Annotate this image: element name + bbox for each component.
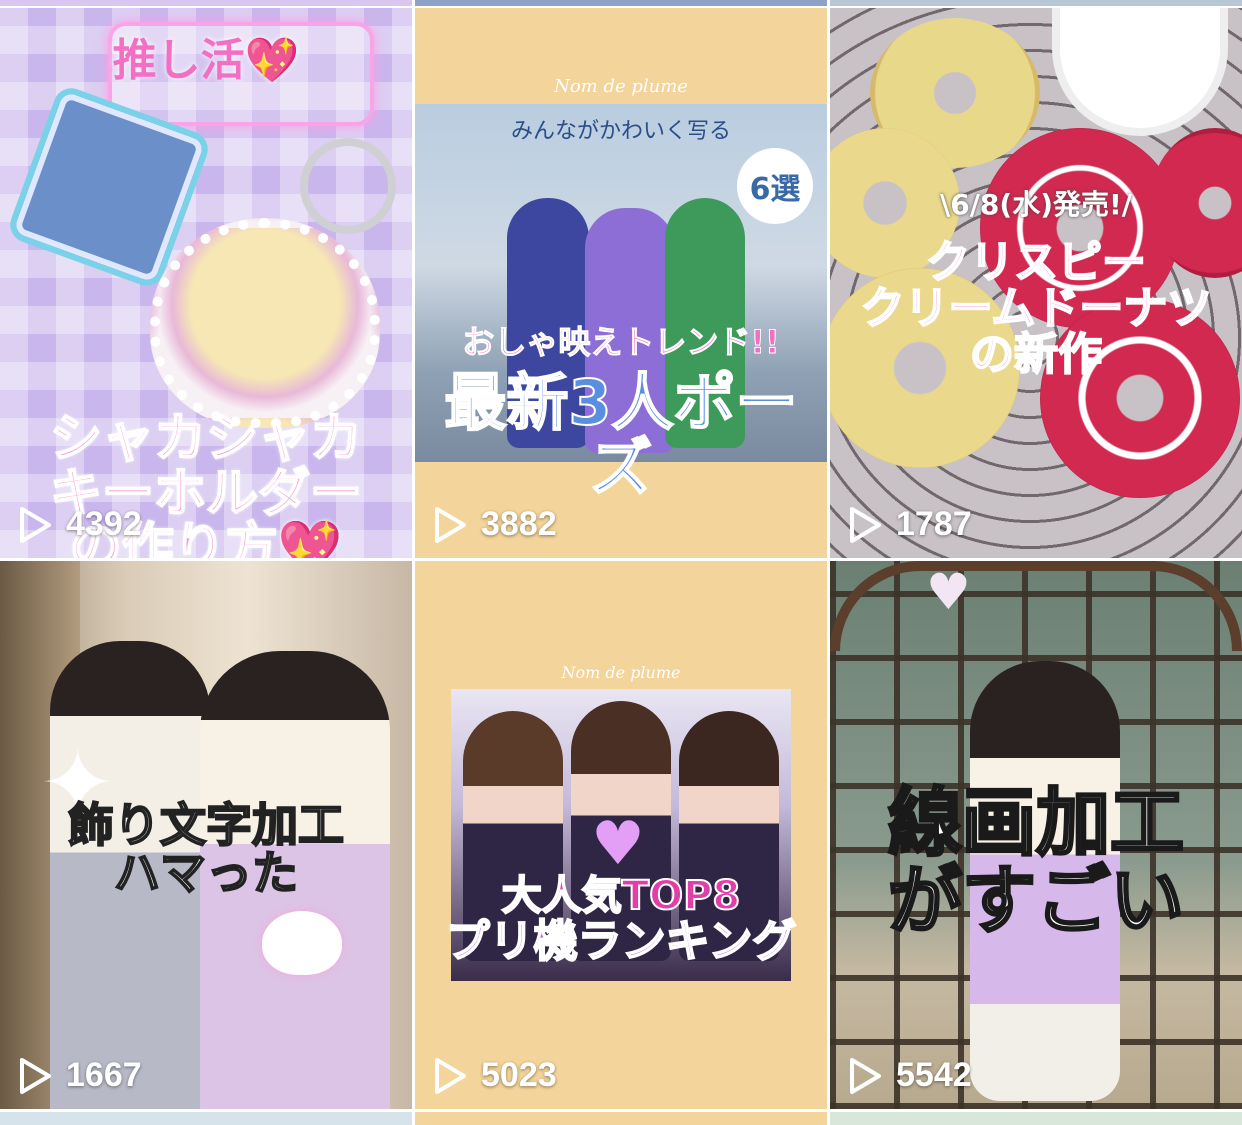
video-tile-5[interactable]: Nom de plume ♥ 大人気TOP8 プリ機ランキング 5023 (415, 561, 827, 1109)
title-line-2: クリームドーナツ (860, 283, 1213, 335)
play-icon (435, 506, 466, 543)
video-tile-4[interactable]: ✦ 飾り文字加工 ハマった 1667 (0, 561, 412, 1109)
release-date: \6/8(水)発売!/ (939, 188, 1132, 221)
video-grid: 推し活💖 シャカシャカ キーホルダー の作り方💖 4392 Nom de plu… (0, 0, 1242, 1125)
next-row-strip (0, 1112, 1242, 1125)
title-line-2: ハマった (113, 846, 299, 901)
ranking-subtitle: プリ機ランキング (445, 916, 798, 967)
view-count: 5542 (848, 1056, 972, 1095)
video-tile-3[interactable]: \6/8(水)発売!/ クリスピー クリームドーナツ の新作 1787 (830, 8, 1242, 558)
title-line-1: 線画加工 (887, 780, 1186, 866)
view-count-value: 1787 (896, 505, 972, 543)
title-line-3: の新作 (969, 329, 1103, 381)
view-count: 4392 (18, 505, 142, 544)
play-icon (20, 1057, 51, 1094)
video-tile-2[interactable]: Nom de plume みんながかわいく写る 6選 おしゃ映えトレンド!! 最… (415, 8, 827, 558)
keychain-heart (150, 218, 380, 428)
title-line-1: クリスピー (925, 237, 1147, 288)
view-count: 1667 (18, 1056, 142, 1095)
view-count-value: 4392 (66, 505, 142, 543)
arch-frame (830, 561, 1242, 651)
brand-label: Nom de plume (554, 76, 688, 97)
view-count-value: 3882 (481, 505, 557, 543)
previous-row-strip (0, 0, 1242, 8)
view-count: 5023 (433, 1056, 557, 1095)
title-line-2: がすごい (887, 857, 1186, 944)
video-tile-1[interactable]: 推し活💖 シャカシャカ キーホルダー の作り方💖 4392 (0, 8, 412, 558)
title: 最新3人ポーズ (443, 366, 798, 505)
view-count: 1787 (848, 505, 972, 544)
cat-sticker-icon (262, 911, 342, 975)
view-count: 3882 (433, 505, 557, 544)
brand-label: Nom de plume (561, 663, 681, 682)
heart-icon: ♥ (591, 809, 645, 879)
view-count-value: 1667 (66, 1056, 142, 1094)
heart-icon: ♥ (926, 563, 971, 621)
badge-6sen: 6選 (737, 148, 813, 224)
title-line-1: シャカシャカ (49, 409, 363, 469)
subtitle: おしゃ映えトレンド!! (462, 323, 780, 361)
play-icon (850, 1057, 881, 1094)
badge-6sen-text: 6選 (749, 172, 801, 207)
video-tile-6[interactable]: ♥ 線画加工 がすごい 5542 (830, 561, 1242, 1109)
photo-caption: みんながかわいく写る (510, 119, 731, 144)
play-icon (435, 1057, 466, 1094)
view-count-value: 5542 (896, 1056, 972, 1094)
badge-text: 推し活💖 (112, 35, 300, 86)
ranking-title: 大人気TOP8 (501, 873, 741, 919)
view-count-value: 5023 (481, 1056, 557, 1094)
keychain-ring (300, 138, 396, 234)
play-icon (20, 506, 51, 543)
play-icon (850, 506, 881, 543)
title-line-1: 飾り文字加工 (67, 798, 345, 852)
